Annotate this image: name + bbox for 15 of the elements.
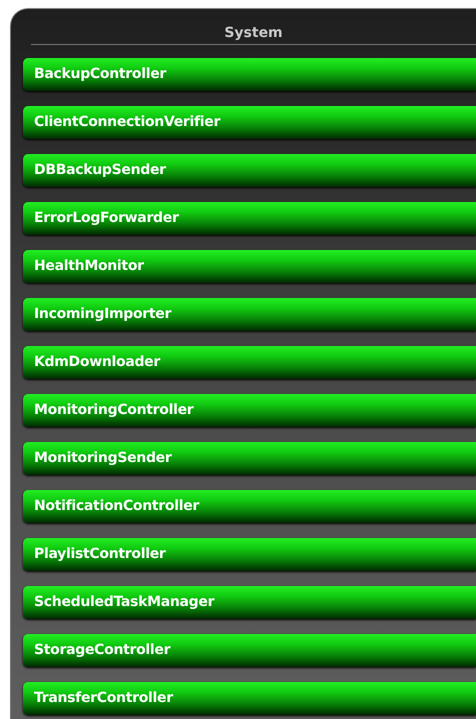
service-button[interactable]: ErrorLogForwarder [23, 202, 476, 235]
service-button[interactable]: TransferController [23, 682, 476, 715]
service-button[interactable]: MonitoringController [23, 394, 476, 427]
service-button[interactable]: ClientConnectionVerifier [23, 106, 476, 139]
service-button[interactable]: IncomingImporter [23, 298, 476, 331]
service-button[interactable]: BackupController [23, 58, 476, 91]
service-button[interactable]: KdmDownloader [23, 346, 476, 379]
service-button[interactable]: ScheduledTaskManager [23, 586, 476, 619]
service-button[interactable]: StorageController [23, 634, 476, 667]
service-button[interactable]: PlaylistController [23, 538, 476, 571]
service-button[interactable]: DBBackupSender [23, 154, 476, 187]
panel-title: System [31, 22, 476, 45]
service-button[interactable]: HealthMonitor [23, 250, 476, 283]
service-button[interactable]: MonitoringSender [23, 442, 476, 475]
service-button[interactable]: NotificationController [23, 490, 476, 523]
